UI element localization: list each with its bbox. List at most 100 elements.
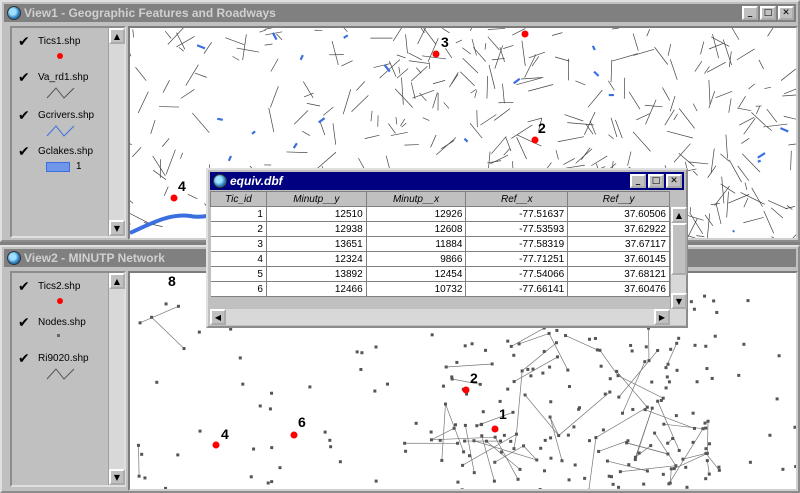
table-window[interactable]: equiv.dbf _ □ ✕ Tic_id Minutp__y Minutp_… <box>206 168 688 328</box>
table-cell[interactable]: 11884 <box>366 236 467 252</box>
tic-point[interactable] <box>212 441 220 449</box>
tic-label: 2 <box>470 370 478 386</box>
arcview-globe-icon <box>213 174 227 188</box>
table-row[interactable]: 5 13892 12454 -77.54066 37.68121 <box>210 266 670 282</box>
table-cell[interactable]: -77.58319 <box>465 236 569 252</box>
arcview-globe-icon <box>7 251 21 265</box>
tic-point[interactable] <box>462 386 470 394</box>
dot-symbol-icon <box>57 334 60 337</box>
maximize-button[interactable]: □ <box>648 174 664 188</box>
tic-point[interactable] <box>170 194 178 202</box>
table-cell[interactable]: -77.66141 <box>465 281 569 297</box>
tic-point[interactable] <box>491 425 499 433</box>
scroll-thumb[interactable] <box>671 223 687 275</box>
line-symbol-icon <box>46 87 75 99</box>
tic-label: 8 <box>168 273 176 289</box>
point-symbol-icon <box>57 53 63 59</box>
table-cell[interactable]: -77.53593 <box>465 221 569 237</box>
table-row[interactable]: 2 12938 12608 -77.53593 37.62922 <box>210 221 670 237</box>
visibility-checkbox[interactable]: ✔ <box>18 279 30 295</box>
table-titlebar[interactable]: equiv.dbf _ □ ✕ <box>210 172 684 190</box>
scroll-down-icon[interactable]: ▼ <box>109 220 125 236</box>
scroll-up-icon[interactable]: ▲ <box>109 273 125 289</box>
table-vertical-scrollbar[interactable]: ▲ ▼ <box>670 207 687 309</box>
class-label: 1 <box>76 161 82 172</box>
maximize-button[interactable]: □ <box>760 6 776 20</box>
scroll-right-icon[interactable]: ▶ <box>654 309 670 325</box>
table-cell[interactable]: 13651 <box>266 236 367 252</box>
table-cell[interactable]: 12608 <box>366 221 467 237</box>
table-cell[interactable]: 12926 <box>366 206 467 222</box>
table-cell[interactable]: 6 <box>210 281 267 297</box>
visibility-checkbox[interactable]: ✔ <box>18 34 30 50</box>
line-symbol-icon <box>46 368 75 380</box>
visibility-checkbox[interactable]: ✔ <box>18 70 30 86</box>
arcview-globe-icon <box>7 6 21 20</box>
table-row[interactable]: 6 12466 10732 -77.66141 37.60476 <box>210 281 670 297</box>
tic-point[interactable] <box>531 136 539 144</box>
table-cell[interactable]: 12466 <box>266 281 367 297</box>
attribute-table[interactable]: Tic_id Minutp__y Minutp__x Ref__x Ref__y… <box>210 191 670 309</box>
table-cell[interactable]: 10732 <box>366 281 467 297</box>
table-cell[interactable]: -77.51637 <box>465 206 569 222</box>
tic-point[interactable] <box>521 30 529 38</box>
legend-scrollbar[interactable]: ▲ ▼ <box>108 28 125 236</box>
tic-label: 6 <box>298 414 306 430</box>
table-title: equiv.dbf <box>230 174 283 188</box>
column-header-minutp-x[interactable]: Minutp__x <box>365 191 467 207</box>
table-cell[interactable]: 37.68121 <box>567 266 670 282</box>
table-cell[interactable]: 13892 <box>266 266 367 282</box>
scroll-up-icon[interactable]: ▲ <box>671 207 687 223</box>
table-row[interactable]: 3 13651 11884 -77.58319 37.67117 <box>210 236 670 252</box>
table-cell[interactable]: -77.54066 <box>465 266 569 282</box>
tic-label: 3 <box>441 34 449 50</box>
table-cell[interactable]: 37.67117 <box>567 236 670 252</box>
visibility-checkbox[interactable]: ✔ <box>18 351 30 367</box>
scroll-up-icon[interactable]: ▲ <box>109 28 125 44</box>
table-row[interactable]: 1 12510 12926 -77.51637 37.60506 <box>210 206 670 222</box>
table-cell[interactable]: 37.60506 <box>567 206 670 222</box>
table-cell[interactable]: 12324 <box>266 251 367 267</box>
close-button[interactable]: ✕ <box>778 6 794 20</box>
polygon-symbol-icon <box>46 162 70 172</box>
tic-point[interactable] <box>290 431 298 439</box>
tic-label: 1 <box>499 406 507 422</box>
tic-point[interactable] <box>432 50 440 58</box>
table-cell[interactable]: 37.62922 <box>567 221 670 237</box>
table-cell[interactable]: 3 <box>210 236 267 252</box>
visibility-checkbox[interactable]: ✔ <box>18 108 30 124</box>
table-cell[interactable]: 12938 <box>266 221 367 237</box>
minimize-button[interactable]: _ <box>630 174 646 188</box>
table-cell[interactable]: 5 <box>210 266 267 282</box>
column-header-ref-y[interactable]: Ref__y <box>567 191 670 207</box>
table-cell[interactable]: 37.60476 <box>567 281 670 297</box>
table-row[interactable]: 4 12324 9866 -77.71251 37.60145 <box>210 251 670 267</box>
column-header-tic-id[interactable]: Tic_id <box>210 191 267 207</box>
close-button[interactable]: ✕ <box>666 174 682 188</box>
view1-titlebar[interactable]: View1 - Geographic Features and Roadways… <box>4 4 796 22</box>
table-cell[interactable]: 12454 <box>366 266 467 282</box>
scroll-down-icon[interactable]: ▼ <box>109 469 125 485</box>
visibility-checkbox[interactable]: ✔ <box>18 144 30 160</box>
table-cell[interactable]: -77.71251 <box>465 251 569 267</box>
river-symbol-icon <box>46 125 75 137</box>
tic-label: 4 <box>178 178 186 194</box>
point-symbol-icon <box>57 298 63 304</box>
scroll-down-icon[interactable]: ▼ <box>671 293 687 309</box>
table-cell[interactable]: 1 <box>210 206 267 222</box>
visibility-checkbox[interactable]: ✔ <box>18 315 30 331</box>
table-cell[interactable]: 12510 <box>266 206 367 222</box>
column-header-minutp-y[interactable]: Minutp__y <box>265 191 367 207</box>
table-cell[interactable]: 4 <box>210 251 267 267</box>
tic-label: 2 <box>538 120 546 136</box>
table-cell[interactable]: 2 <box>210 221 267 237</box>
table-horizontal-scrollbar[interactable]: ◀ ▶ <box>210 309 686 325</box>
minimize-button[interactable]: _ <box>742 6 758 20</box>
legend-scrollbar[interactable]: ▲ ▼ <box>108 273 125 485</box>
table-cell[interactable]: 9866 <box>366 251 467 267</box>
column-header-ref-x[interactable]: Ref__x <box>465 191 569 207</box>
scroll-left-icon[interactable]: ◀ <box>210 309 226 325</box>
view2-title: View2 - MINUTP Network <box>24 251 165 265</box>
table-cell[interactable]: 37.60145 <box>567 251 670 267</box>
view1-title: View1 - Geographic Features and Roadways <box>24 6 276 20</box>
